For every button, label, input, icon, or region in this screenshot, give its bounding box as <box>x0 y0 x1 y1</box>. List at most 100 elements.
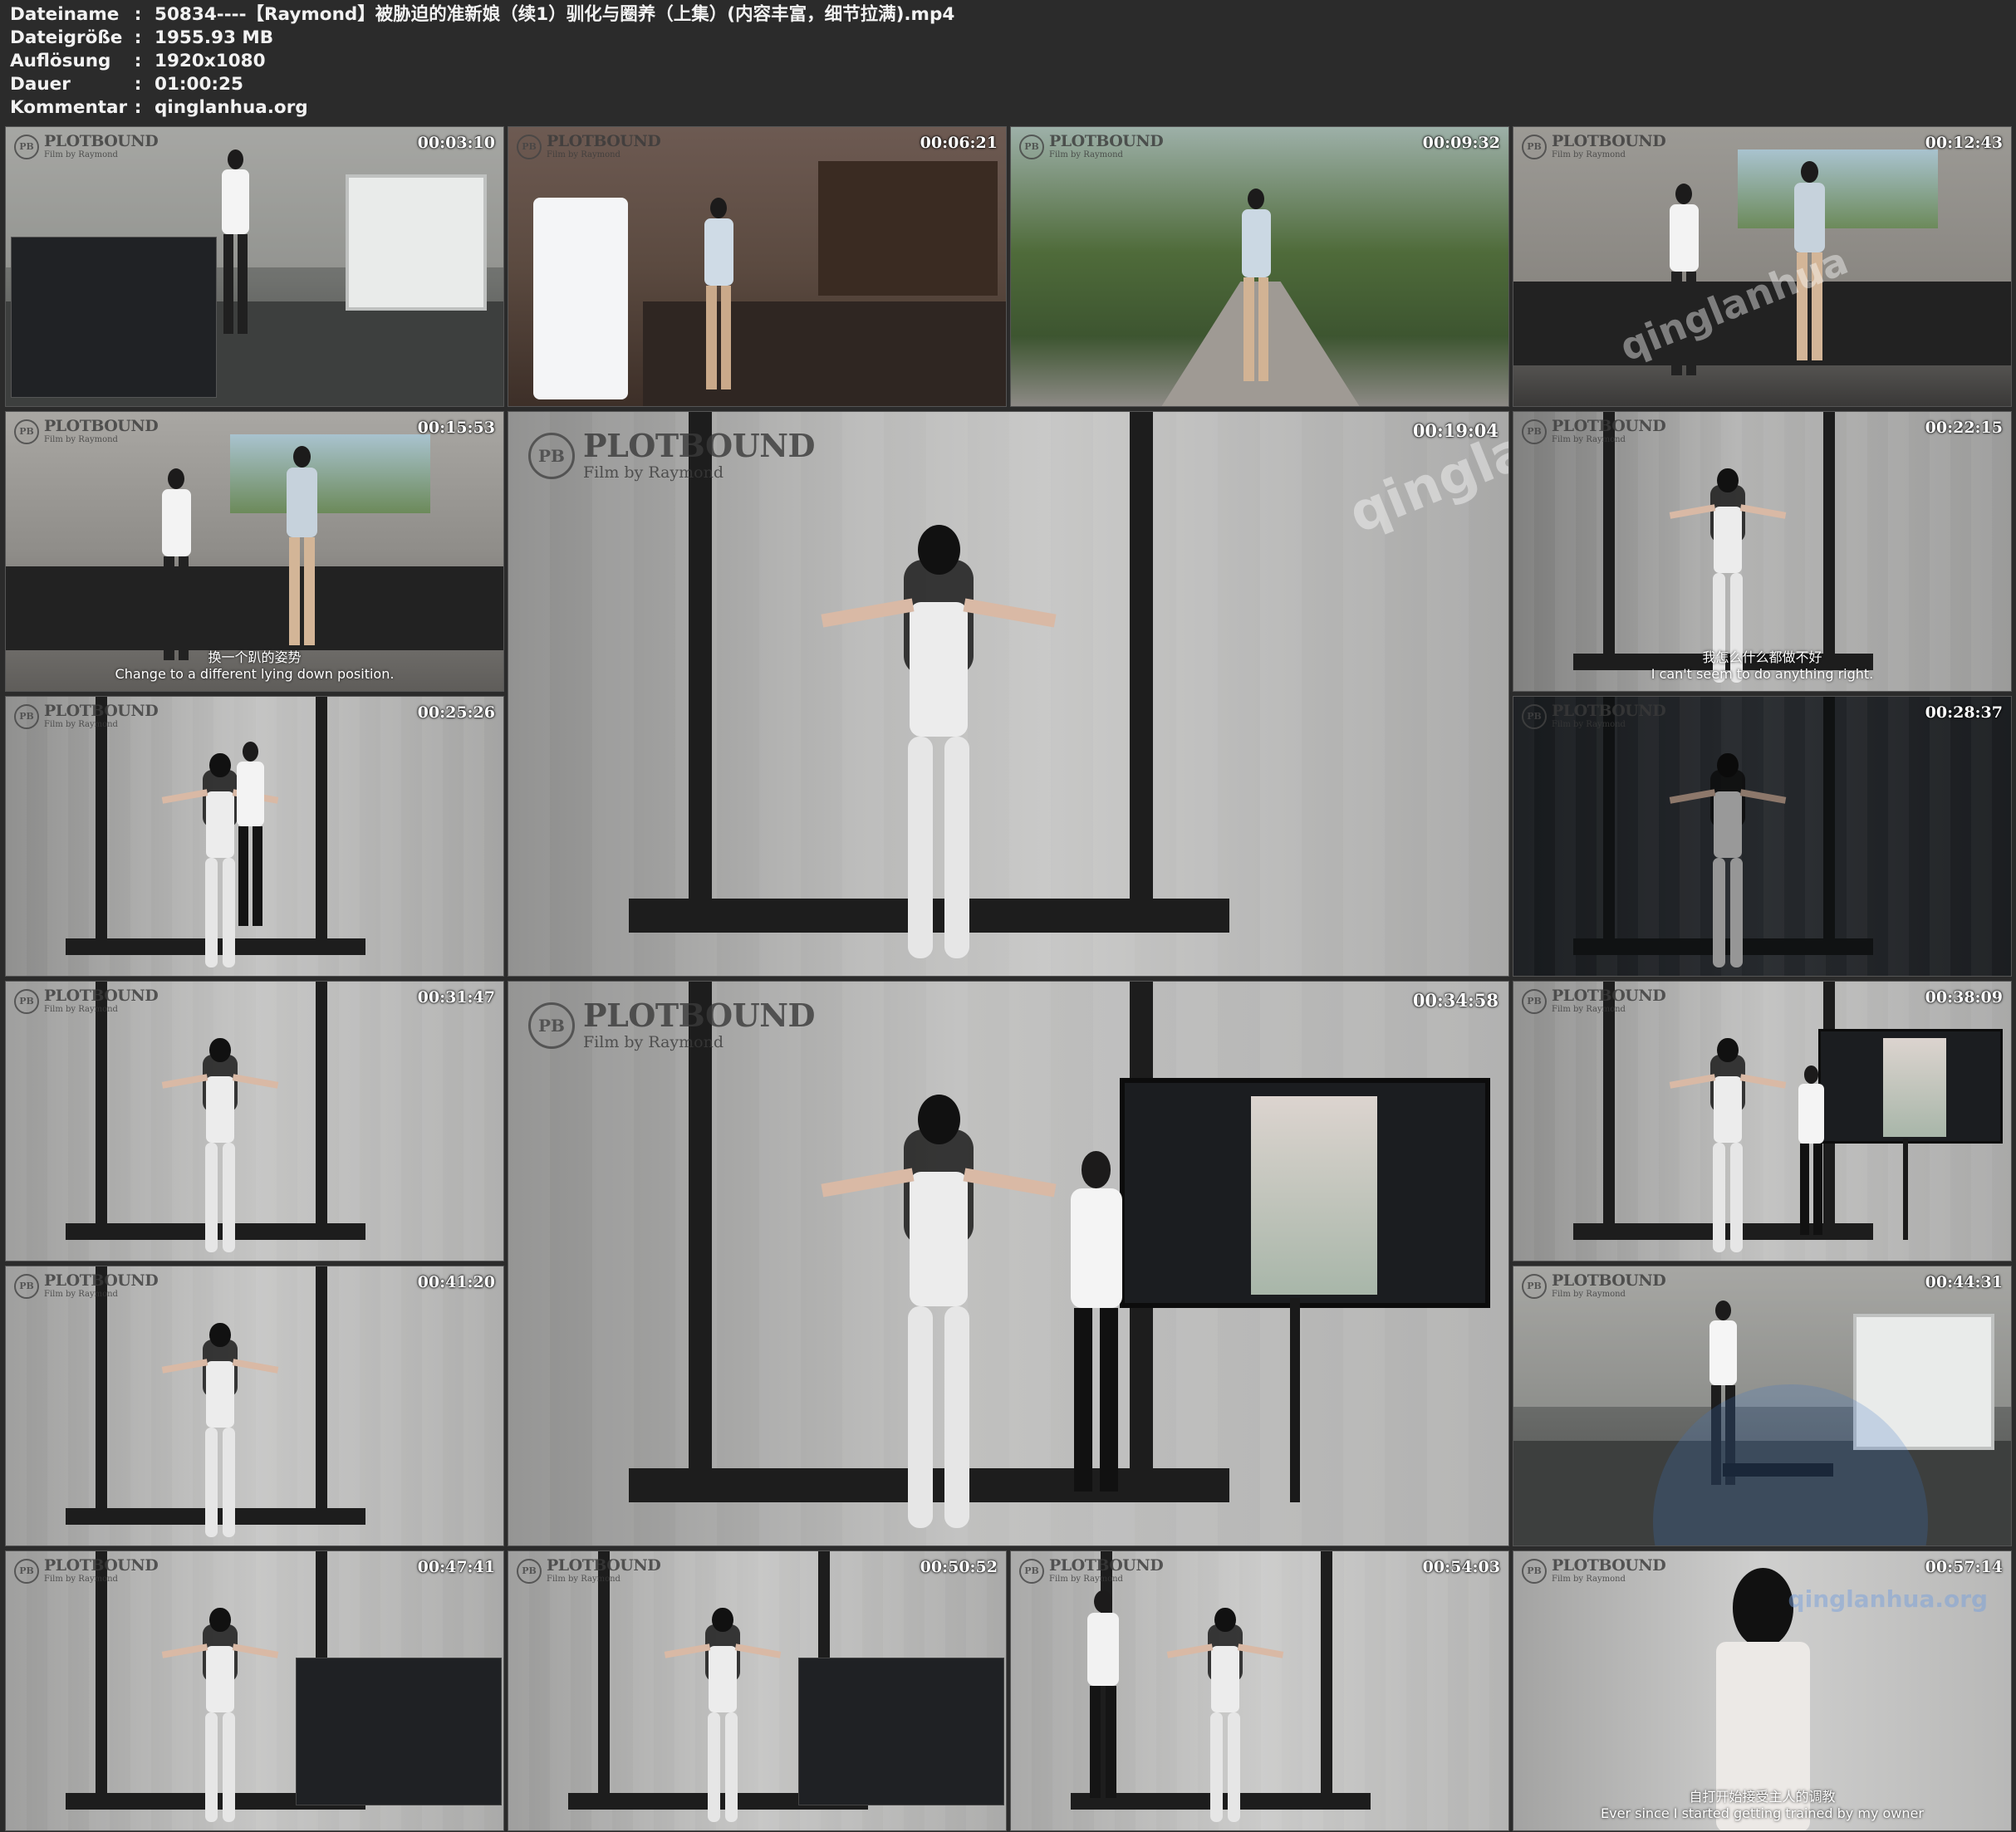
video-thumbnail[interactable]: PB PLOTBOUND Film by Raymond 00:34:58 <box>508 981 1509 1546</box>
curtain-fold <box>421 1266 443 1545</box>
curtain-fold <box>380 1266 401 1545</box>
plotbound-logo: PB PLOTBOUND Film by Raymond <box>1522 987 1666 1014</box>
tv-stand <box>1902 1139 1908 1240</box>
curtain-fold <box>130 982 152 1261</box>
logo-mark-icon: PB <box>14 134 39 159</box>
logo-mark-icon: PB <box>1522 988 1547 1014</box>
chat-window <box>295 1658 502 1806</box>
video-thumbnail[interactable]: PB PLOTBOUND Film by Raymond 00:31:47 <box>5 981 504 1261</box>
curtain-fold <box>1176 412 1219 976</box>
curtain-fold <box>47 1266 69 1545</box>
timestamp: 00:22:15 <box>1925 419 2003 437</box>
curtain-fold <box>463 982 484 1261</box>
video-thumbnail[interactable]: PB PLOTBOUND Film by Raymond 00:41:20 <box>5 1266 504 1546</box>
figure-woman <box>664 1607 782 1828</box>
video-thumbnail[interactable]: PB PLOTBOUND Film by Raymond 00:25:26 <box>5 696 504 977</box>
logo-subtitle: Film by Raymond <box>44 435 118 444</box>
timestamp: 00:50:52 <box>920 1558 998 1576</box>
video-thumbnail[interactable]: PB PLOTBOUND Film by Raymond 00:44:31 <box>1513 1266 2012 1546</box>
rack-post-left <box>1603 982 1616 1229</box>
video-thumbnail[interactable]: PB PLOTBOUND Film by Raymond 00:15:53 换一个趴… <box>5 411 504 692</box>
curtain-fold <box>338 1266 360 1545</box>
logo-subtitle: Film by Raymond <box>1552 1005 1626 1014</box>
figure <box>1081 1590 1126 1804</box>
logo-mark-icon: PB <box>14 419 39 444</box>
logo-title: PLOTBOUND <box>583 427 815 464</box>
timestamp: 00:47:41 <box>417 1558 495 1576</box>
figure-woman <box>161 1322 279 1543</box>
curtain-fold <box>591 982 634 1545</box>
subtitle: 我怎么什么都做不好 I can't seem to do anything rig… <box>1513 649 2011 683</box>
logo-subtitle: Film by Raymond <box>547 150 620 159</box>
plotbound-logo: PB PLOTBOUND Film by Raymond <box>1019 132 1164 159</box>
info-row-filesize: Dateigröße:1955.93 MB <box>10 27 954 50</box>
rack-post-right <box>1320 1551 1332 1799</box>
rack-post-right <box>1129 412 1153 910</box>
rack-post-left <box>96 982 108 1229</box>
curtain-fold <box>1092 412 1135 976</box>
figure-woman <box>821 525 1057 967</box>
rack-post-left <box>598 1551 611 1799</box>
video-thumbnail[interactable]: PB PLOTBOUND Film by Raymond 00:54:03 <box>1010 1550 1509 1831</box>
logo-title: PLOTBOUND <box>547 1556 661 1575</box>
curtain-fold <box>380 982 401 1261</box>
figure <box>215 149 255 339</box>
logo-title: PLOTBOUND <box>1049 132 1164 150</box>
figure-woman <box>161 1037 279 1258</box>
logo-mark-icon: PB <box>1019 134 1044 159</box>
curtain-fold <box>1259 412 1302 976</box>
curtain-fold <box>47 697 69 976</box>
logo-title: PLOTBOUND <box>1552 987 1666 1005</box>
curtain-fold <box>842 412 885 976</box>
video-thumbnail[interactable]: PB PLOTBOUND Film by Raymond 00:47:41 <box>5 1550 504 1831</box>
video-thumbnail[interactable]: PB PLOTBOUND Film by Raymond 00:57:14 自打开始… <box>1513 1550 2012 1831</box>
thumbnail-frame <box>1011 127 1508 406</box>
curtain-fold <box>380 697 401 976</box>
file-info-panel: Dateiname:50834----【Raymond】被胁迫的准新娘（续1）驯… <box>10 3 954 120</box>
logo-mark-icon: PB <box>14 703 39 729</box>
plotbound-logo: PB PLOTBOUND Film by Raymond <box>528 1000 815 1051</box>
video-thumbnail[interactable]: PB PLOTBOUND Film by Raymond 00:38:09 <box>1513 981 2012 1261</box>
thumbnail-frame <box>6 697 503 976</box>
curtain-fold <box>255 982 277 1261</box>
thumbnail-frame <box>6 1551 503 1830</box>
logo-mark-icon: PB <box>1522 1273 1547 1299</box>
subtitle-zh: 自打开始接受主人的调教 <box>1689 1789 1836 1805</box>
logo-title: PLOTBOUND <box>1552 417 1666 435</box>
logo-title: PLOTBOUND <box>1552 702 1666 720</box>
video-thumbnail[interactable]: PB PLOTBOUND Film by Raymond 00:28:37 <box>1513 696 2012 977</box>
logo-title: PLOTBOUND <box>44 702 159 720</box>
video-thumbnail[interactable]: PB PLOTBOUND Film by Raymond 00:19:04 qing… <box>508 411 1509 977</box>
info-value: 1920x1080 <box>155 51 266 71</box>
timestamp: 00:15:53 <box>417 419 495 437</box>
subtitle-en: I can't seem to do anything right. <box>1651 666 1874 682</box>
video-thumbnail[interactable]: PB PLOTBOUND Film by Raymond 00:22:15 我怎么什… <box>1513 411 2012 692</box>
timestamp: 00:25:26 <box>417 703 495 722</box>
video-thumbnail[interactable]: PB PLOTBOUND Film by Raymond 00:09:32 <box>1010 126 1509 407</box>
curtain-fold <box>1763 982 1784 1261</box>
info-value: 50834----【Raymond】被胁迫的准新娘（续1）驯化与圈养（上集）(内… <box>155 4 955 25</box>
sofa <box>6 566 503 651</box>
timestamp: 00:28:37 <box>1925 703 2003 722</box>
plotbound-logo: PB PLOTBOUND Film by Raymond <box>1522 702 1666 729</box>
tv-stand <box>1289 1298 1300 1502</box>
curtain-fold <box>1343 1551 1365 1830</box>
info-row-resolution: Auflösung:1920x1080 <box>10 50 954 73</box>
curtain-fold <box>1385 1551 1406 1830</box>
logo-mark-icon: PB <box>14 988 39 1014</box>
video-thumbnail[interactable]: PB PLOTBOUND Film by Raymond 00:06:21 <box>508 126 1007 407</box>
plotbound-logo: PB PLOTBOUND Film by Raymond <box>1522 417 1666 444</box>
subtitle-zh: 我怎么什么都做不好 <box>1702 649 1822 665</box>
video-thumbnail[interactable]: PB PLOTBOUND Film by Raymond 00:03:10 <box>5 126 504 407</box>
logo-subtitle: Film by Raymond <box>44 1575 118 1584</box>
video-thumbnail[interactable]: PB PLOTBOUND Film by Raymond 00:12:43 qing… <box>1513 126 2012 407</box>
plotbound-logo: PB PLOTBOUND Film by Raymond <box>1522 1558 1666 1584</box>
logo-subtitle: Film by Raymond <box>1552 720 1626 729</box>
curtain-fold <box>421 697 443 976</box>
video-thumbnail[interactable]: PB PLOTBOUND Film by Raymond 00:50:52 <box>508 1550 1007 1831</box>
subtitle-zh: 换一个趴的姿势 <box>208 649 302 665</box>
logo-mark-icon: PB <box>1522 134 1547 159</box>
timestamp: 00:31:47 <box>417 988 495 1007</box>
logo-mark-icon: PB <box>528 1002 575 1049</box>
logo-mark-icon: PB <box>517 1558 542 1584</box>
